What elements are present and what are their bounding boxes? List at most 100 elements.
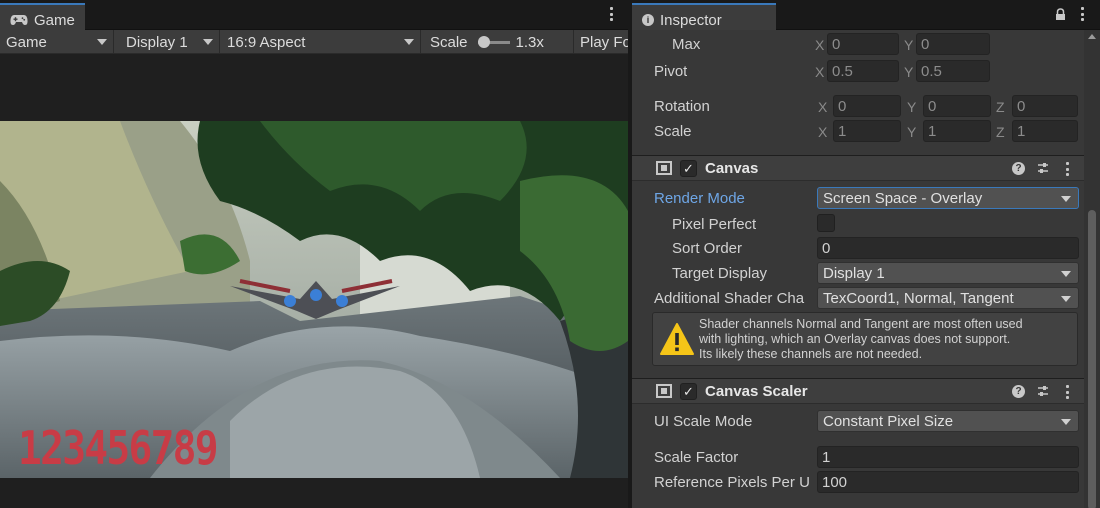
shader-channels-row: Additional Shader Cha TexCoord1, Normal,… bbox=[632, 287, 1084, 311]
scrollbar-thumb[interactable] bbox=[1088, 210, 1096, 508]
reference-pixels-label: Reference Pixels Per U bbox=[654, 474, 810, 491]
anchor-max-label: Max bbox=[672, 36, 701, 53]
pivot-label: Pivot bbox=[654, 63, 688, 80]
axis-x-label: X bbox=[818, 124, 828, 140]
axis-x-label: X bbox=[815, 37, 825, 53]
warning-line: Shader channels Normal and Tangent are m… bbox=[699, 317, 1023, 331]
pivot-y-field[interactable]: 0.5 bbox=[916, 60, 990, 82]
chevron-down-icon bbox=[1061, 271, 1071, 277]
render-mode-label: Render Mode bbox=[654, 190, 745, 207]
pixel-perfect-checkbox[interactable] bbox=[817, 214, 835, 232]
render-mode-dropdown[interactable]: Screen Space - Overlay bbox=[817, 187, 1079, 209]
anchor-max-y-field[interactable]: 0 bbox=[916, 33, 990, 55]
render-mode-row: Render Mode Screen Space - Overlay bbox=[632, 187, 1084, 211]
scroll-up-icon[interactable] bbox=[1088, 34, 1096, 39]
canvas-scaler-menu-icon[interactable] bbox=[1065, 385, 1069, 399]
sort-order-row: Sort Order 0 bbox=[632, 237, 1084, 261]
scale-control: Scale 1.3x bbox=[424, 30, 574, 54]
scale-factor-label: Scale Factor bbox=[654, 449, 739, 466]
scale-label: Scale bbox=[654, 123, 692, 140]
canvas-scaler-component-header[interactable]: ✓ Canvas Scaler ? bbox=[632, 378, 1084, 404]
warning-line: Its likely these channels are not needed… bbox=[699, 347, 923, 361]
help-icon[interactable]: ? bbox=[1012, 162, 1025, 175]
pivot-x-field[interactable]: 0.5 bbox=[827, 60, 899, 82]
ui-scale-mode-label: UI Scale Mode bbox=[654, 413, 753, 430]
canvas-enabled-checkbox[interactable]: ✓ bbox=[680, 160, 697, 177]
game-mode-value: Game bbox=[6, 33, 47, 51]
scale-factor-row: Scale Factor 1 bbox=[632, 446, 1084, 470]
inspector-scrollbar[interactable] bbox=[1084, 30, 1100, 508]
axis-z-label: Z bbox=[996, 124, 1005, 140]
tab-game-label: Game bbox=[34, 11, 75, 29]
scale-value: 1.3x bbox=[515, 33, 544, 51]
inspector-panel: i Inspector Max X 0 Y 0 Pivot X 0.5 Y 0.… bbox=[632, 0, 1100, 508]
canvas-scaler-component-title: Canvas Scaler bbox=[705, 383, 808, 400]
inspector-menu-icon[interactable] bbox=[1080, 7, 1084, 21]
scale-row: Scale X 1 Y 1 Z 1 bbox=[632, 120, 1084, 144]
tab-inspector[interactable]: i Inspector bbox=[632, 3, 776, 30]
preset-icon[interactable] bbox=[1036, 384, 1050, 398]
ui-scale-mode-dropdown[interactable]: Constant Pixel Size bbox=[817, 410, 1079, 432]
axis-y-label: Y bbox=[904, 64, 914, 80]
scale-y-field[interactable]: 1 bbox=[923, 120, 991, 142]
target-display-row: Target Display Display 1 bbox=[632, 262, 1084, 286]
canvas-component-title: Canvas bbox=[705, 160, 759, 177]
game-panel: Game Game Display 1 16:9 Aspect Scale 1.… bbox=[0, 0, 628, 508]
shader-channels-label: Additional Shader Cha bbox=[654, 290, 805, 307]
target-display-label: Target Display bbox=[672, 265, 768, 282]
aspect-dropdown[interactable]: 16:9 Aspect bbox=[221, 30, 421, 54]
scale-slider[interactable] bbox=[477, 35, 510, 48]
canvas-scaler-component-icon bbox=[656, 384, 672, 398]
chevron-down-icon bbox=[1061, 296, 1071, 302]
display-dropdown[interactable]: Display 1 bbox=[120, 30, 220, 54]
chevron-down-icon bbox=[203, 39, 213, 45]
preset-icon[interactable] bbox=[1036, 161, 1050, 175]
game-mode-dropdown[interactable]: Game bbox=[0, 30, 114, 54]
chevron-down-icon bbox=[404, 39, 414, 45]
canvas-component-header[interactable]: ✓ Canvas ? bbox=[632, 155, 1084, 181]
scale-slider-thumb[interactable] bbox=[477, 35, 490, 48]
chevron-down-icon bbox=[1061, 419, 1071, 425]
axis-x-label: X bbox=[815, 64, 825, 80]
rotation-label: Rotation bbox=[654, 98, 710, 115]
game-toolbar: Game Display 1 16:9 Aspect Scale 1.3x Pl… bbox=[0, 30, 628, 54]
sort-order-field[interactable]: 0 bbox=[817, 237, 1079, 259]
ui-scale-mode-value: Constant Pixel Size bbox=[823, 413, 954, 430]
game-menu-icon[interactable] bbox=[609, 7, 613, 21]
game-viewport[interactable]: 123456789 bbox=[0, 121, 628, 478]
warning-icon bbox=[660, 323, 694, 355]
tab-game[interactable]: Game bbox=[0, 3, 85, 30]
score-display: 123456789 bbox=[18, 421, 219, 475]
pixel-perfect-row: Pixel Perfect bbox=[632, 213, 1084, 237]
play-focused-dropdown[interactable]: Play Fo bbox=[574, 30, 628, 54]
reference-pixels-field[interactable]: 100 bbox=[817, 471, 1079, 493]
pivot-row: Pivot X 0.5 Y 0.5 bbox=[632, 60, 1084, 84]
canvas-menu-icon[interactable] bbox=[1065, 162, 1069, 176]
warning-line: with lighting, which an Overlay canvas d… bbox=[699, 332, 1011, 346]
rotation-z-field[interactable]: 0 bbox=[1012, 95, 1078, 117]
scale-z-field[interactable]: 1 bbox=[1012, 120, 1078, 142]
inspector-tabbar: i Inspector bbox=[632, 0, 1100, 30]
canvas-scaler-enabled-checkbox[interactable]: ✓ bbox=[680, 383, 697, 400]
shader-channels-warning: Shader channels Normal and Tangent are m… bbox=[652, 312, 1078, 366]
target-display-dropdown[interactable]: Display 1 bbox=[817, 262, 1079, 284]
scale-factor-field[interactable]: 1 bbox=[817, 446, 1079, 468]
display-value: Display 1 bbox=[126, 33, 188, 51]
rotation-x-field[interactable]: 0 bbox=[833, 95, 901, 117]
axis-z-label: Z bbox=[996, 99, 1005, 115]
shader-channels-value: TexCoord1, Normal, Tangent bbox=[823, 290, 1014, 307]
anchor-max-x-field[interactable]: 0 bbox=[827, 33, 899, 55]
game-tabbar: Game bbox=[0, 0, 628, 30]
anchor-max-row: Max X 0 Y 0 bbox=[632, 33, 1084, 57]
axis-x-label: X bbox=[818, 99, 828, 115]
render-mode-value: Screen Space - Overlay bbox=[823, 190, 983, 207]
lock-icon[interactable] bbox=[1055, 8, 1066, 21]
rotation-y-field[interactable]: 0 bbox=[923, 95, 991, 117]
scale-label: Scale bbox=[430, 33, 468, 51]
shader-channels-dropdown[interactable]: TexCoord1, Normal, Tangent bbox=[817, 287, 1079, 309]
chevron-down-icon bbox=[1061, 196, 1071, 202]
help-icon[interactable]: ? bbox=[1012, 385, 1025, 398]
scale-x-field[interactable]: 1 bbox=[833, 120, 901, 142]
sort-order-label: Sort Order bbox=[672, 240, 743, 257]
warning-message: Shader channels Normal and Tangent are m… bbox=[699, 317, 1075, 362]
